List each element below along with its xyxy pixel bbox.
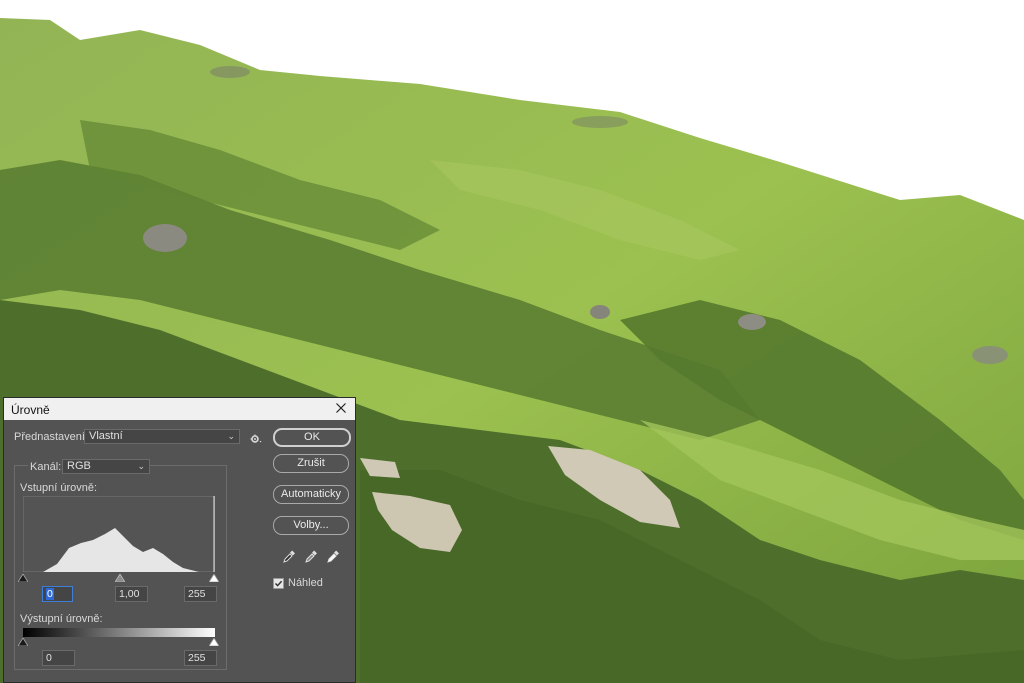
input-gamma-slider[interactable] xyxy=(115,574,125,582)
checkmark-icon xyxy=(274,580,283,587)
black-point-eyedropper-icon[interactable] xyxy=(282,550,296,564)
close-icon[interactable] xyxy=(333,400,349,416)
chevron-down-icon: ⌄ xyxy=(137,461,145,471)
preview-label: Náhled xyxy=(288,577,323,589)
input-black-value: 0 xyxy=(46,588,54,600)
dialog-titlebar[interactable]: Úrovně xyxy=(4,398,355,420)
output-black-slider[interactable] xyxy=(18,638,28,646)
preset-label: Přednastavení: xyxy=(14,431,88,443)
input-white-field[interactable]: 255 xyxy=(184,586,217,602)
preset-value: Vlastní xyxy=(89,430,123,442)
gray-point-eyedropper-icon[interactable] xyxy=(304,550,318,564)
input-white-slider[interactable] xyxy=(209,574,219,582)
output-black-field[interactable]: 0 xyxy=(42,650,75,666)
preview-checkbox[interactable] xyxy=(273,578,284,589)
chevron-down-icon: ⌄ xyxy=(227,431,235,441)
input-gamma-field[interactable]: 1,00 xyxy=(115,586,148,602)
input-black-slider[interactable] xyxy=(18,574,28,582)
cancel-button[interactable]: Zrušit xyxy=(273,454,349,473)
gear-icon[interactable] xyxy=(250,433,262,445)
output-white-field[interactable]: 255 xyxy=(184,650,217,666)
channel-label: Kanál: xyxy=(28,461,64,473)
channel-value: RGB xyxy=(67,460,91,472)
levels-dialog: Úrovně Přednastavení: Vlastní ⌄ OK Zruši… xyxy=(3,397,356,683)
input-gamma-value: 1,00 xyxy=(119,588,140,600)
histogram xyxy=(23,496,215,572)
dialog-title: Úrovně xyxy=(11,403,50,417)
preset-dropdown[interactable]: Vlastní ⌄ xyxy=(84,429,240,444)
output-gradient-bar xyxy=(23,628,215,637)
white-point-eyedropper-icon[interactable] xyxy=(326,550,340,564)
output-white-slider[interactable] xyxy=(209,638,219,646)
input-white-value: 255 xyxy=(188,588,206,600)
auto-button[interactable]: Automaticky xyxy=(273,485,349,504)
options-button[interactable]: Volby... xyxy=(273,516,349,535)
input-levels-label: Vstupní úrovně: xyxy=(20,482,98,494)
output-black-value: 0 xyxy=(46,652,52,664)
ok-button[interactable]: OK xyxy=(273,428,351,447)
output-levels-label: Výstupní úrovně: xyxy=(20,613,103,625)
output-white-value: 255 xyxy=(188,652,206,664)
channel-dropdown[interactable]: RGB ⌄ xyxy=(62,459,150,474)
input-black-field[interactable]: 0 xyxy=(42,586,73,602)
